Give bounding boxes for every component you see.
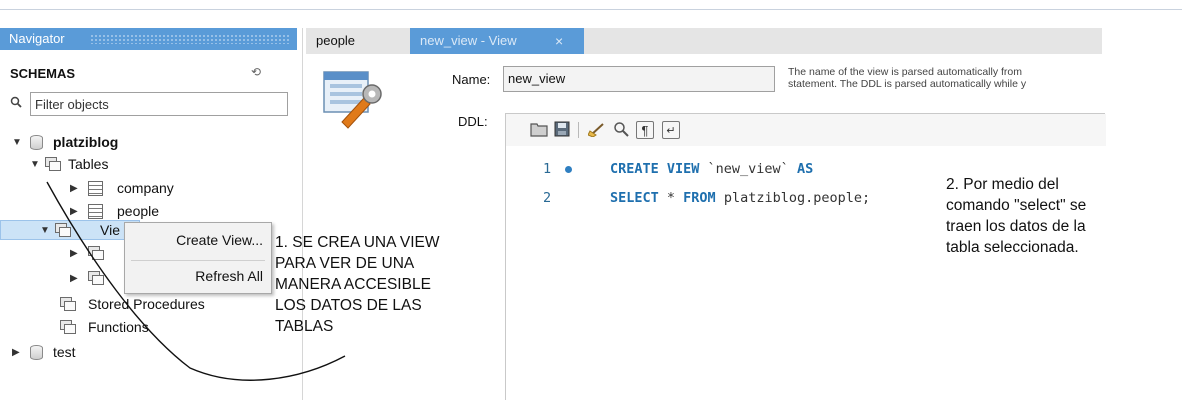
annotation-note-2: 2. Por medio del comando "select" se tra…	[944, 174, 1089, 258]
database-icon	[30, 135, 43, 150]
invisible-chars-icon[interactable]: ¶	[636, 121, 654, 139]
schemas-heading: SCHEMAS	[10, 66, 76, 81]
beautify-broom-icon[interactable]	[587, 121, 606, 139]
toolbar-separator	[578, 122, 579, 138]
view-name-input[interactable]: new_view	[503, 66, 775, 92]
folder-icon	[45, 157, 62, 171]
menu-separator	[131, 260, 265, 261]
tree-label: Stored Procedures	[88, 296, 205, 312]
wrap-lines-icon[interactable]: ↵	[662, 121, 680, 139]
code-identifier: `new_view`	[699, 161, 797, 177]
view-editor-icon	[318, 68, 390, 130]
expanded-triangle-icon[interactable]: ▼	[12, 133, 22, 153]
navigator-panel: Navigator SCHEMAS ⟲ ▼ platziblog ▼ Table…	[0, 28, 303, 400]
annotation-note-1: 1. SE CREA UNA VIEW PARA VER DE UNA MANE…	[275, 232, 440, 337]
collapsed-triangle-icon[interactable]: ▶	[70, 269, 78, 289]
table-icon	[88, 204, 103, 219]
annotation-line: tabla seleccionada.	[946, 239, 1079, 256]
code-keyword: CREATE VIEW	[610, 161, 700, 177]
expanded-triangle-icon[interactable]: ▼	[40, 221, 50, 241]
tree-label: Tables	[68, 156, 109, 172]
database-icon	[30, 345, 43, 360]
annotation-line: TABLAS	[275, 318, 334, 335]
annotation-line: comando "select" se	[946, 197, 1087, 214]
menu-item-refresh-all[interactable]: Refresh All	[195, 268, 263, 284]
tab-new-view[interactable]: new_view - View ×	[410, 28, 584, 54]
annotation-line: LOS DATOS DE LAS	[275, 297, 422, 314]
folder-icon	[55, 223, 72, 237]
annotation-line: 1. SE CREA UNA VIEW	[275, 234, 440, 251]
tree-label: Functions	[88, 319, 149, 335]
open-folder-icon[interactable]	[530, 121, 548, 139]
tree-folder-stored-procedures[interactable]: Stored Procedures	[0, 294, 260, 314]
editor-tabbar: people new_view - View ×	[306, 28, 1102, 54]
annotation-line: 2. Por medio del	[946, 176, 1059, 193]
code-keyword: FROM	[683, 190, 716, 206]
code-line-1: CREATE VIEW `new_view` AS	[610, 161, 813, 177]
menu-item-create-view[interactable]: Create View...	[176, 232, 263, 248]
tree-view-item[interactable]: ▶	[0, 243, 120, 263]
collapsed-triangle-icon[interactable]: ▶	[70, 244, 78, 264]
tab-label: new_view - View	[420, 33, 517, 48]
folder-icon	[60, 297, 77, 311]
code-keyword: AS	[796, 161, 814, 177]
folder-icon	[60, 320, 77, 334]
tree-folder-functions[interactable]: Functions	[0, 317, 200, 337]
view-icon	[88, 246, 105, 260]
tree-label: test	[53, 344, 76, 360]
code-text: platziblog.people;	[715, 190, 871, 206]
panel-grip[interactable]	[90, 34, 290, 44]
tree-label: people	[117, 203, 160, 219]
tree-folder-views[interactable]: ▼ Vie	[0, 220, 140, 240]
hint-line: statement. The DDL is parsed automatical…	[788, 78, 1027, 90]
tree-view-item[interactable]: ▶	[0, 268, 120, 288]
top-divider	[0, 9, 1182, 10]
find-magnifier-icon[interactable]	[612, 121, 630, 139]
tab-people[interactable]: people	[306, 28, 410, 54]
tree-label: Vie	[100, 222, 120, 238]
tree-schema-platziblog[interactable]: ▼ platziblog	[0, 132, 200, 152]
code-line-2: SELECT * FROM platziblog.people;	[610, 190, 870, 206]
tree-label: platziblog	[53, 134, 119, 150]
close-icon[interactable]: ×	[555, 28, 563, 54]
table-icon	[88, 181, 103, 196]
collapsed-triangle-icon[interactable]: ▶	[70, 179, 78, 199]
tree-table-company[interactable]: ▶ company	[0, 178, 220, 198]
annotation-line: PARA VER DE UNA	[275, 255, 415, 272]
ddl-toolbar: ¶ ↵	[506, 114, 1106, 146]
hint-line: The name of the view is parsed automatic…	[788, 66, 1023, 78]
statement-marker-icon	[565, 166, 572, 173]
search-icon	[10, 96, 22, 111]
collapsed-triangle-icon[interactable]: ▶	[12, 343, 20, 363]
context-menu: Create View... Refresh All	[124, 222, 272, 294]
code-keyword: SELECT	[610, 190, 659, 206]
annotation-line: MANERA ACCESIBLE	[275, 276, 431, 293]
tree-schema-test[interactable]: ▶ test	[0, 342, 200, 362]
ddl-label: DDL:	[458, 114, 488, 129]
collapsed-triangle-icon[interactable]: ▶	[70, 202, 78, 222]
tree-label: company	[117, 180, 174, 196]
line-number: 1	[543, 161, 552, 177]
line-number: 2	[543, 190, 552, 206]
expanded-triangle-icon[interactable]: ▼	[30, 155, 40, 175]
annotation-line: traen los datos de la	[946, 218, 1086, 235]
refresh-icon[interactable]: ⟲	[251, 65, 261, 79]
name-label: Name:	[452, 72, 491, 87]
code-text: *	[658, 190, 684, 206]
navigator-header: Navigator	[0, 28, 297, 50]
filter-objects-input[interactable]	[30, 92, 288, 116]
hint-text: The name of the view is parsed automatic…	[788, 66, 1104, 90]
tree-folder-tables[interactable]: ▼ Tables	[0, 154, 200, 174]
view-icon	[88, 271, 105, 285]
save-icon[interactable]	[553, 121, 571, 139]
tree-table-people[interactable]: ▶ people	[0, 201, 220, 221]
navigator-title: Navigator	[9, 31, 65, 46]
